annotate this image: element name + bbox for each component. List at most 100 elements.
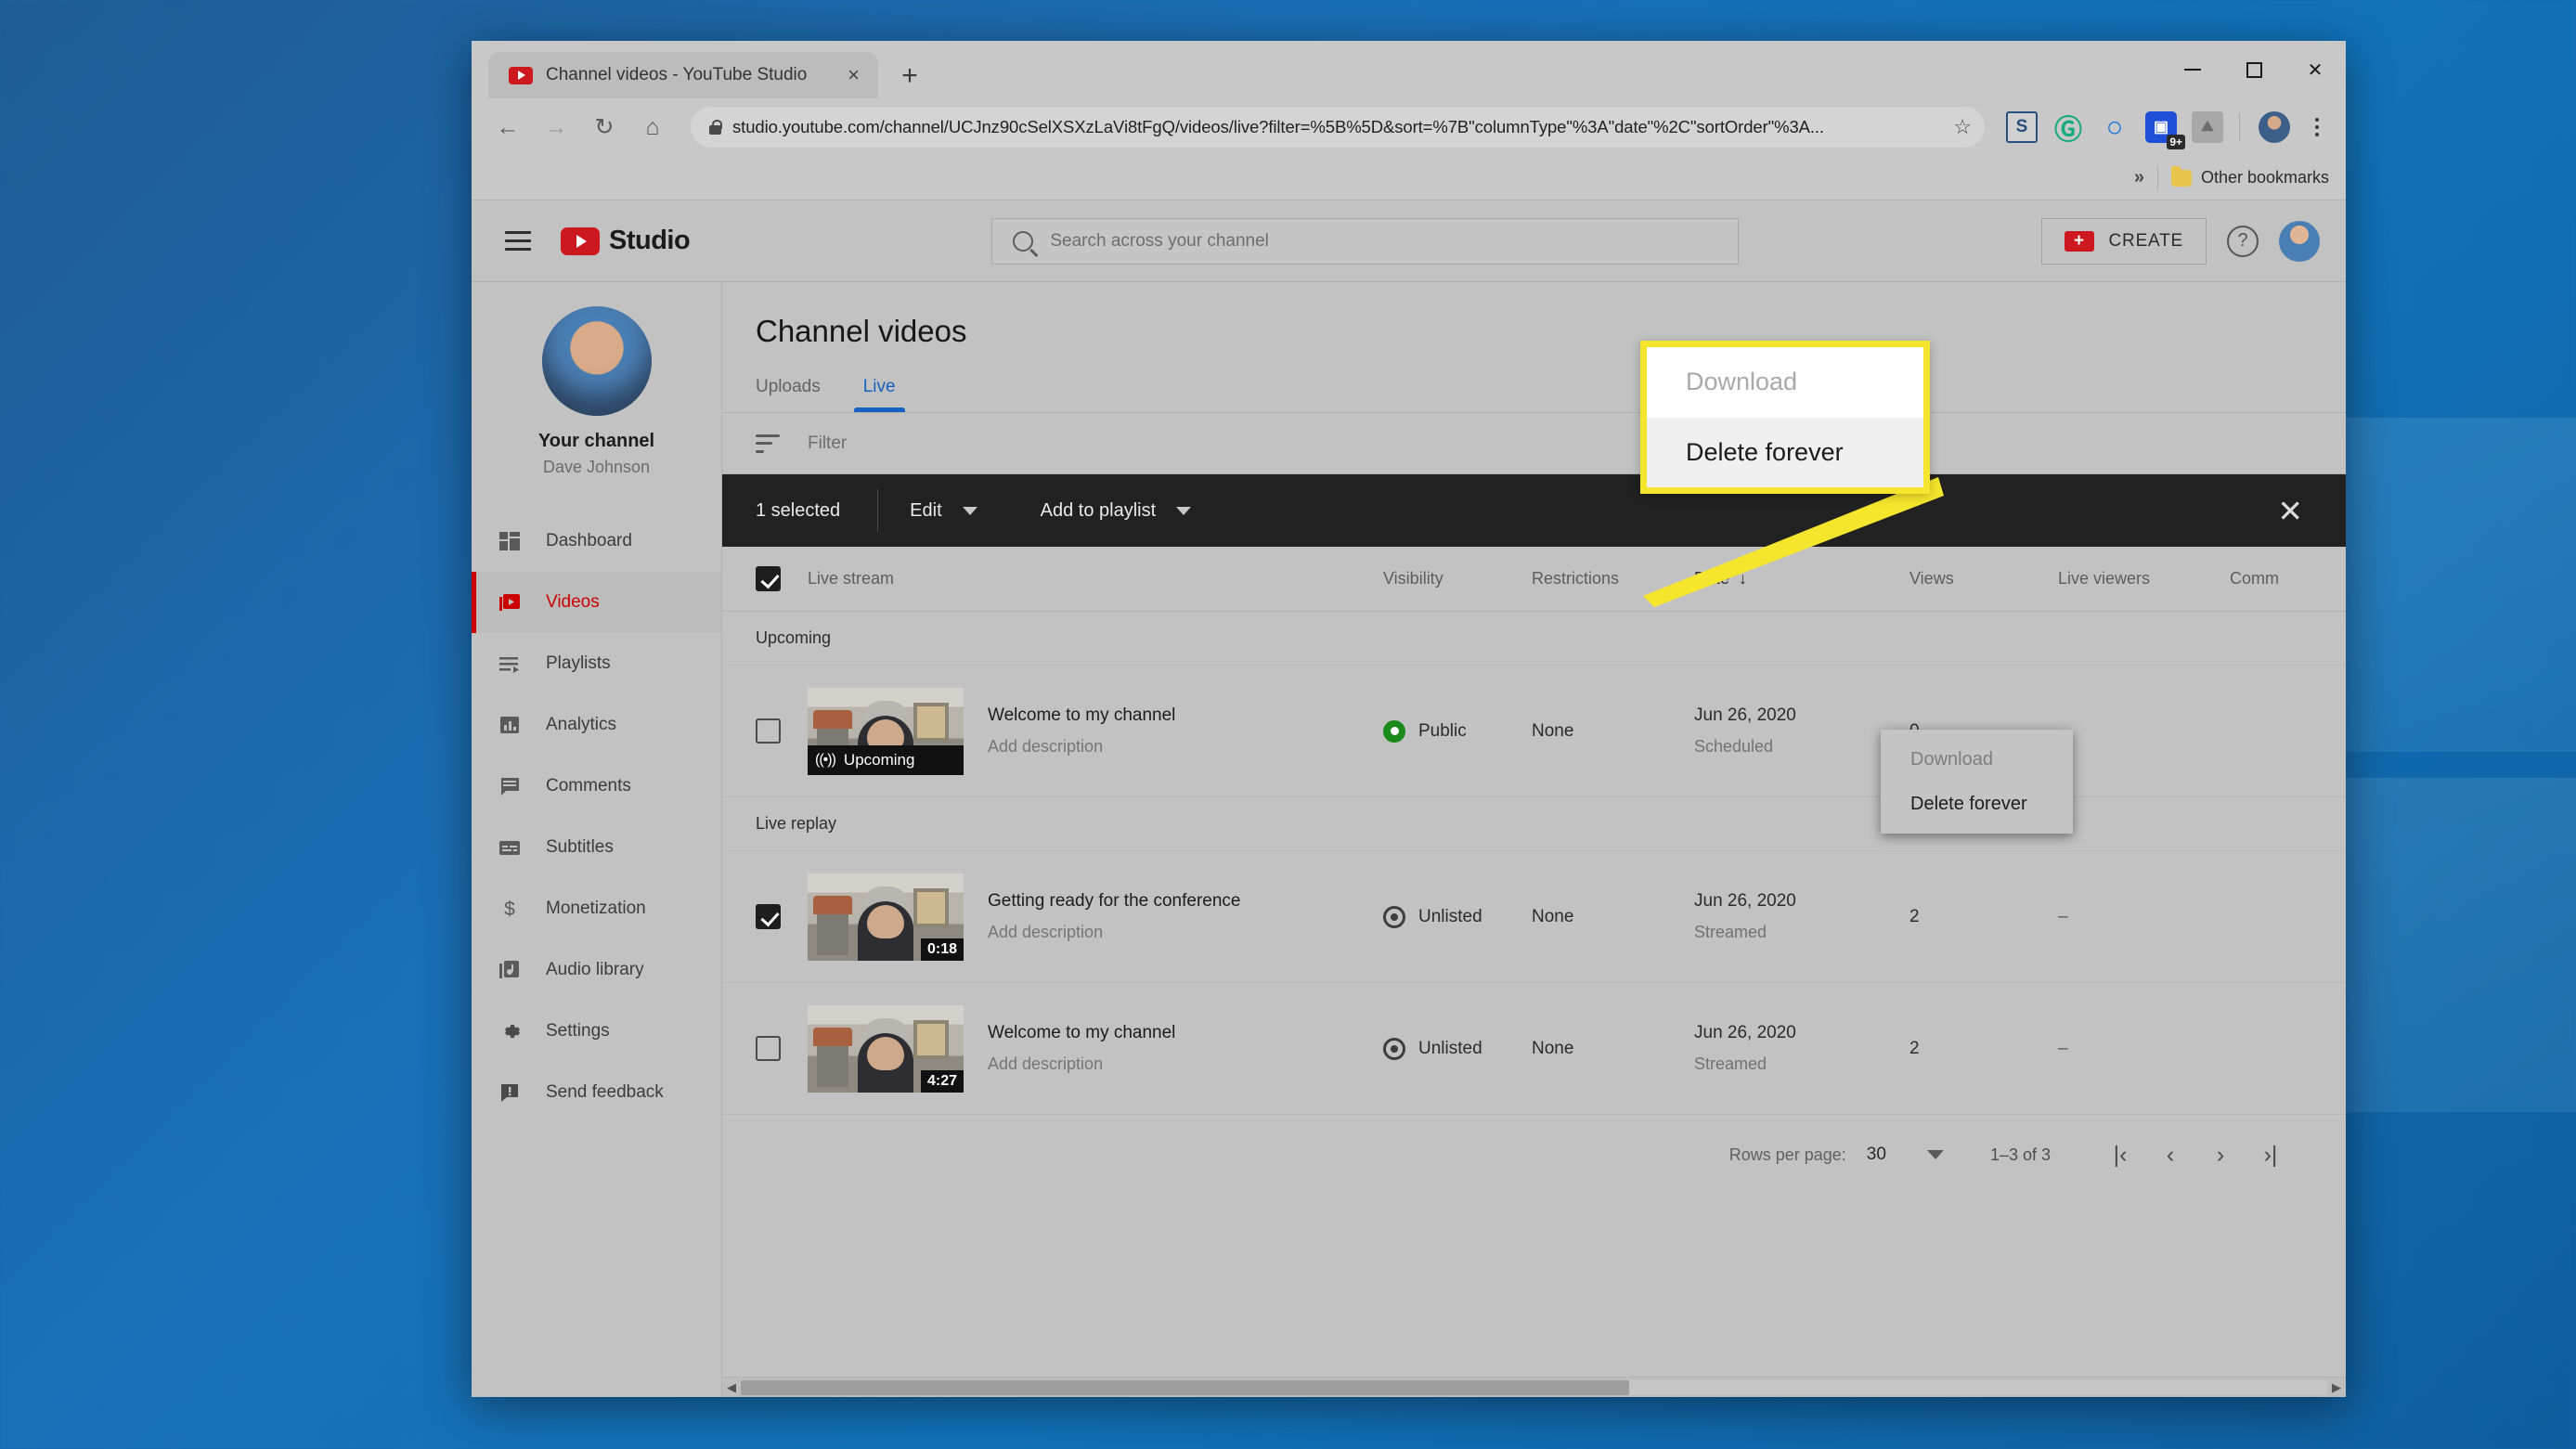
bookmark-star-icon[interactable]: ☆ bbox=[1953, 115, 1972, 139]
add-to-playlist-dropdown-button[interactable]: Add to playlist bbox=[1009, 500, 1223, 522]
chevron-down-icon bbox=[962, 506, 977, 515]
filter-icon[interactable] bbox=[756, 433, 780, 453]
account-avatar[interactable] bbox=[2279, 220, 2320, 262]
extension-o-icon[interactable]: ○ bbox=[2099, 110, 2130, 143]
window-minimize-button[interactable] bbox=[2162, 41, 2223, 98]
header-comments[interactable]: Comm bbox=[2230, 569, 2346, 589]
sidebar-item-dashboard[interactable]: Dashboard bbox=[472, 511, 721, 572]
hamburger-menu-icon[interactable] bbox=[498, 221, 538, 262]
restrictions-cell: None bbox=[1532, 1038, 1574, 1058]
header-views[interactable]: Views bbox=[1909, 569, 2058, 589]
tab-close-icon[interactable]: × bbox=[844, 65, 863, 85]
close-selection-icon[interactable]: ✕ bbox=[2277, 496, 2303, 526]
video-description[interactable]: Add description bbox=[988, 1054, 1175, 1074]
video-title[interactable]: Welcome to my channel bbox=[988, 1023, 1175, 1043]
thumbnail-picture-frame bbox=[913, 1019, 949, 1059]
menu-item-delete-forever[interactable]: Delete forever bbox=[1881, 782, 2073, 826]
extension-badge-icon[interactable]: ▣ 9+ bbox=[2145, 111, 2185, 149]
sidebar-item-playlists[interactable]: Playlists bbox=[472, 633, 721, 694]
reload-button[interactable]: ↻ bbox=[583, 106, 626, 149]
extension-badge-count: 9+ bbox=[2167, 135, 2185, 149]
row-checkbox[interactable] bbox=[756, 1036, 781, 1061]
video-description[interactable]: Add description bbox=[988, 923, 1241, 942]
search-input[interactable]: Search across your channel bbox=[991, 217, 1740, 265]
window-maximize-button[interactable] bbox=[2223, 41, 2285, 98]
rows-per-page-label: Rows per page: bbox=[1728, 1145, 1846, 1164]
video-title[interactable]: Getting ready for the conference bbox=[988, 891, 1241, 912]
video-description[interactable]: Add description bbox=[988, 737, 1175, 757]
chevron-down-icon[interactable] bbox=[1926, 1150, 1944, 1159]
table-row[interactable]: ((•)) Upcoming Welcome to my channel Add… bbox=[722, 666, 2346, 797]
scroll-left-icon[interactable]: ◀ bbox=[722, 1380, 741, 1395]
sidebar-item-label: Audio library bbox=[546, 960, 644, 979]
filter-input[interactable]: Filter bbox=[808, 433, 847, 454]
more-actions-menu: Download Delete forever bbox=[1881, 730, 2073, 834]
address-bar[interactable]: studio.youtube.com/channel/UCJnz90cSelXS… bbox=[691, 107, 1985, 148]
channel-name: Dave Johnson bbox=[542, 458, 651, 476]
sidebar-item-send-feedback[interactable]: Send feedback bbox=[472, 1062, 721, 1123]
sidebar-item-subtitles[interactable]: Subtitles bbox=[472, 817, 721, 878]
previous-page-button[interactable]: ‹ bbox=[2145, 1130, 2195, 1180]
video-thumbnail[interactable]: 4:27 bbox=[808, 1004, 964, 1093]
tab-uploads[interactable]: Uploads bbox=[756, 377, 821, 412]
rows-per-page-value[interactable]: 30 bbox=[1867, 1145, 1886, 1165]
tab-live[interactable]: Live bbox=[853, 377, 905, 412]
extension-gray-icon[interactable]: ⛰ bbox=[2192, 111, 2223, 143]
channel-summary: Your channel Dave Johnson bbox=[472, 306, 721, 498]
browser-menu-icon[interactable] bbox=[2303, 118, 2331, 136]
grammarly-icon[interactable]: Ⓖ bbox=[2052, 111, 2084, 146]
forward-button[interactable]: → bbox=[535, 106, 577, 149]
scrollbar-track[interactable] bbox=[741, 1379, 2327, 1395]
visibility-label: Unlisted bbox=[1418, 906, 1482, 926]
next-page-button[interactable]: › bbox=[2195, 1130, 2246, 1180]
create-button-label: CREATE bbox=[2108, 230, 2183, 251]
new-tab-button[interactable]: + bbox=[887, 54, 932, 98]
scroll-right-icon[interactable]: ▶ bbox=[2327, 1380, 2346, 1395]
sidebar-item-label: Playlists bbox=[546, 653, 611, 673]
page-body: Your channel Dave Johnson Dashboard Vide… bbox=[472, 282, 2346, 1397]
header-actions: CREATE ? bbox=[2040, 217, 2320, 265]
help-icon[interactable]: ? bbox=[2227, 225, 2259, 257]
horizontal-scrollbar[interactable]: ◀ ▶ bbox=[722, 1377, 2346, 1397]
sidebar-item-analytics[interactable]: Analytics bbox=[472, 694, 721, 756]
row-checkbox[interactable] bbox=[756, 904, 781, 929]
home-button[interactable]: ⌂ bbox=[631, 106, 674, 149]
bookmarks-overflow-icon[interactable]: » bbox=[2134, 167, 2144, 188]
sidebar-item-comments[interactable]: Comments bbox=[472, 756, 721, 817]
back-button[interactable]: ← bbox=[486, 106, 529, 149]
date-cell: Jun 26, 2020 Streamed bbox=[1694, 1023, 1909, 1074]
header-live-viewers[interactable]: Live viewers bbox=[2058, 569, 2230, 589]
video-thumbnail[interactable]: 0:18 bbox=[808, 873, 964, 961]
sidebar-item-videos[interactable]: Videos bbox=[472, 572, 721, 633]
select-all-checkbox[interactable] bbox=[756, 566, 781, 591]
studio-logo[interactable]: Studio bbox=[561, 226, 691, 256]
sidebar-item-monetization[interactable]: $ Monetization bbox=[472, 878, 721, 939]
channel-label: Your channel bbox=[537, 431, 655, 451]
row-checkbox[interactable] bbox=[756, 718, 781, 744]
last-page-button[interactable]: ›| bbox=[2246, 1130, 2296, 1180]
sidebar-item-label: Videos bbox=[546, 592, 600, 612]
sidebar-item-audio-library[interactable]: Audio library bbox=[472, 939, 721, 1001]
create-button[interactable]: CREATE bbox=[2040, 217, 2207, 265]
browser-tab[interactable]: Channel videos - YouTube Studio × bbox=[488, 52, 878, 98]
sidebar-item-settings[interactable]: Settings bbox=[472, 1001, 721, 1062]
header-visibility[interactable]: Visibility bbox=[1383, 569, 1532, 589]
header-date[interactable]: Date ↓ bbox=[1694, 569, 1909, 589]
video-title[interactable]: Welcome to my channel bbox=[988, 705, 1175, 726]
first-page-button[interactable]: |‹ bbox=[2095, 1130, 2145, 1180]
browser-profile-avatar[interactable] bbox=[2259, 111, 2290, 143]
header-live-stream[interactable]: Live stream bbox=[808, 569, 1383, 589]
video-thumbnail[interactable]: ((•)) Upcoming bbox=[808, 687, 964, 775]
table-row[interactable]: 0:18 Getting ready for the conference Ad… bbox=[722, 851, 2346, 983]
main-content: Channel videos Uploads Live Filter 1 sel… bbox=[722, 282, 2346, 1397]
channel-avatar[interactable] bbox=[541, 306, 652, 416]
header-restrictions[interactable]: Restrictions bbox=[1532, 569, 1694, 589]
svg-text:$: $ bbox=[504, 899, 515, 920]
edit-dropdown-button[interactable]: Edit bbox=[878, 500, 1008, 522]
extension-s-icon[interactable]: S bbox=[2006, 111, 2038, 143]
sidebar-item-label: Analytics bbox=[546, 715, 617, 734]
window-close-button[interactable]: ✕ bbox=[2285, 41, 2346, 98]
table-row[interactable]: 4:27 Welcome to my channel Add descripti… bbox=[722, 983, 2346, 1115]
scrollbar-thumb[interactable] bbox=[741, 1379, 1630, 1395]
other-bookmarks-button[interactable]: Other bookmarks bbox=[2170, 165, 2329, 188]
